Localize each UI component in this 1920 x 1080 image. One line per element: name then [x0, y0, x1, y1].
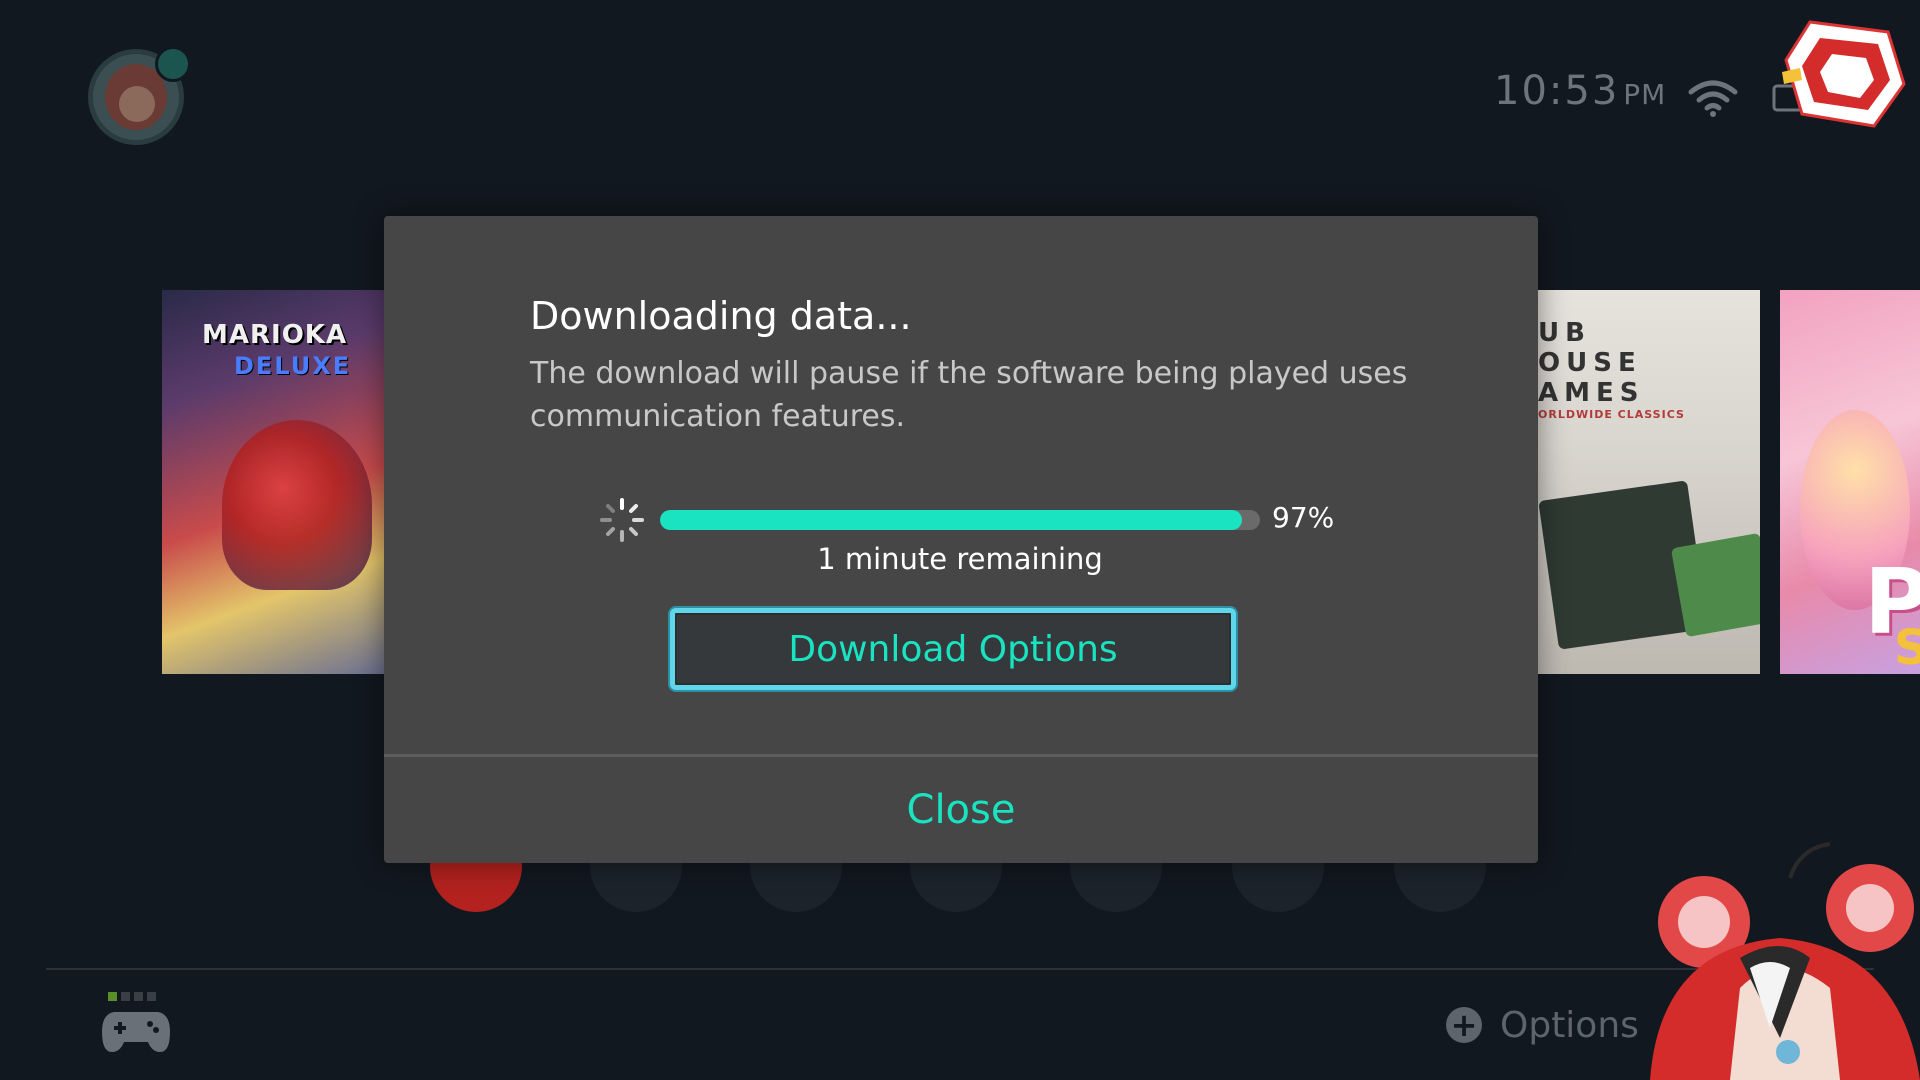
player-indicator: [108, 986, 168, 1001]
tile-artwork-field: [1670, 532, 1760, 638]
avatar-face: [119, 86, 155, 122]
clock-time: 10:53: [1494, 68, 1620, 114]
time-remaining: 1 minute remaining: [817, 542, 1103, 576]
channel-logo-icon: [1782, 20, 1906, 128]
game-tile-clubhouse-games[interactable]: UB OUSE AMES ORLDWIDE CLASSICS: [1538, 290, 1760, 674]
tile-subtitle: ORLDWIDE CLASSICS: [1538, 408, 1685, 421]
player-dot: [121, 992, 130, 1001]
bottom-divider: [46, 968, 1874, 970]
download-options-button[interactable]: Download Options: [670, 608, 1236, 690]
clock-ampm: PM: [1623, 78, 1667, 111]
dialog-title: Downloading data...: [530, 294, 912, 338]
home-screen: 10:53 PM MARIOKA DELUXE UB OUSE AMES ORLD…: [0, 0, 1920, 1080]
download-progress-fill: [660, 510, 1242, 530]
game-tile-mario-kart[interactable]: MARIOKA DELUXE: [162, 290, 384, 674]
game-tile-princess-peach[interactable]: P S: [1780, 290, 1920, 674]
controller-icon: [102, 1012, 170, 1052]
avatar-status-badge: [155, 46, 191, 82]
tile-title: UB OUSE AMES: [1538, 318, 1645, 408]
tile-title: MARIOKA: [202, 320, 348, 350]
player-dot-active: [108, 992, 117, 1001]
options-hint[interactable]: + Options: [1446, 1000, 1639, 1050]
streamer-avatar-overlay: [1650, 842, 1920, 1080]
player-dot: [147, 992, 156, 1001]
download-progress-bar: [660, 510, 1260, 530]
dialog-message: The download will pause if the software …: [530, 356, 1408, 434]
tile-subtitle-letter: S: [1894, 620, 1920, 674]
tile-artwork: [222, 420, 372, 590]
loading-spinner-icon: [600, 498, 644, 542]
player-dot: [134, 992, 143, 1001]
tile-subtitle: DELUXE: [234, 352, 352, 380]
download-dialog: Downloading data... The download will pa…: [384, 216, 1538, 863]
plus-button-icon: +: [1446, 1007, 1482, 1043]
options-label: Options: [1500, 1004, 1639, 1046]
wifi-icon: [1688, 80, 1738, 117]
clock: 10:53 PM: [1494, 68, 1666, 114]
download-progress-percent: 97%: [1272, 501, 1335, 534]
close-button[interactable]: Close: [384, 757, 1538, 863]
